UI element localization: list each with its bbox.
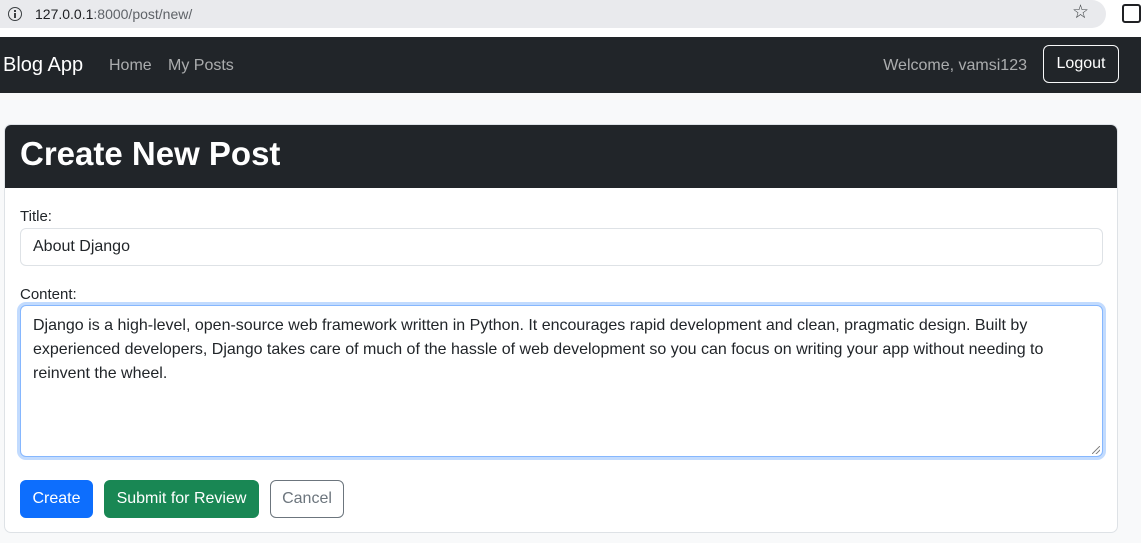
welcome-text: Welcome, vamsi123 [883, 57, 1027, 74]
nav-link-my-posts[interactable]: My Posts [168, 57, 234, 75]
create-button[interactable]: Create [20, 480, 93, 518]
cancel-button[interactable]: Cancel [270, 480, 344, 518]
navbar: Blog App Home My Posts Welcome, vamsi123… [0, 37, 1141, 93]
submit-for-review-button[interactable]: Submit for Review [104, 480, 259, 518]
title-input[interactable]: About Django [20, 228, 1103, 266]
content-textarea[interactable]: Django is a high-level, open-source web … [20, 305, 1103, 457]
logout-button[interactable]: Logout [1043, 45, 1119, 83]
title-label: Title: [20, 208, 52, 225]
nav-link-home[interactable]: Home [109, 57, 152, 75]
content-label: Content: [20, 286, 77, 303]
url-text[interactable]: 127.0.0.1:8000/post/new/ [35, 6, 192, 22]
card-header: Create New Post [5, 125, 1117, 188]
page-title: Create New Post [20, 135, 281, 172]
url-path: :8000/post/new/ [93, 6, 193, 22]
browser-address-bar: 127.0.0.1:8000/post/new/ ☆ [0, 0, 1141, 37]
extensions-icon[interactable] [1122, 4, 1141, 23]
url-field[interactable]: 127.0.0.1:8000/post/new/ ☆ [0, 0, 1106, 28]
bookmark-star-icon[interactable]: ☆ [1072, 3, 1089, 23]
resize-handle[interactable] [1092, 446, 1100, 454]
url-host: 127.0.0.1 [35, 6, 94, 22]
site-info-icon[interactable] [8, 7, 22, 21]
brand-link[interactable]: Blog App [3, 54, 83, 77]
content-text: Django is a high-level, open-source web … [33, 317, 1044, 382]
create-post-card: Create New Post Title: About Django Cont… [4, 124, 1118, 533]
